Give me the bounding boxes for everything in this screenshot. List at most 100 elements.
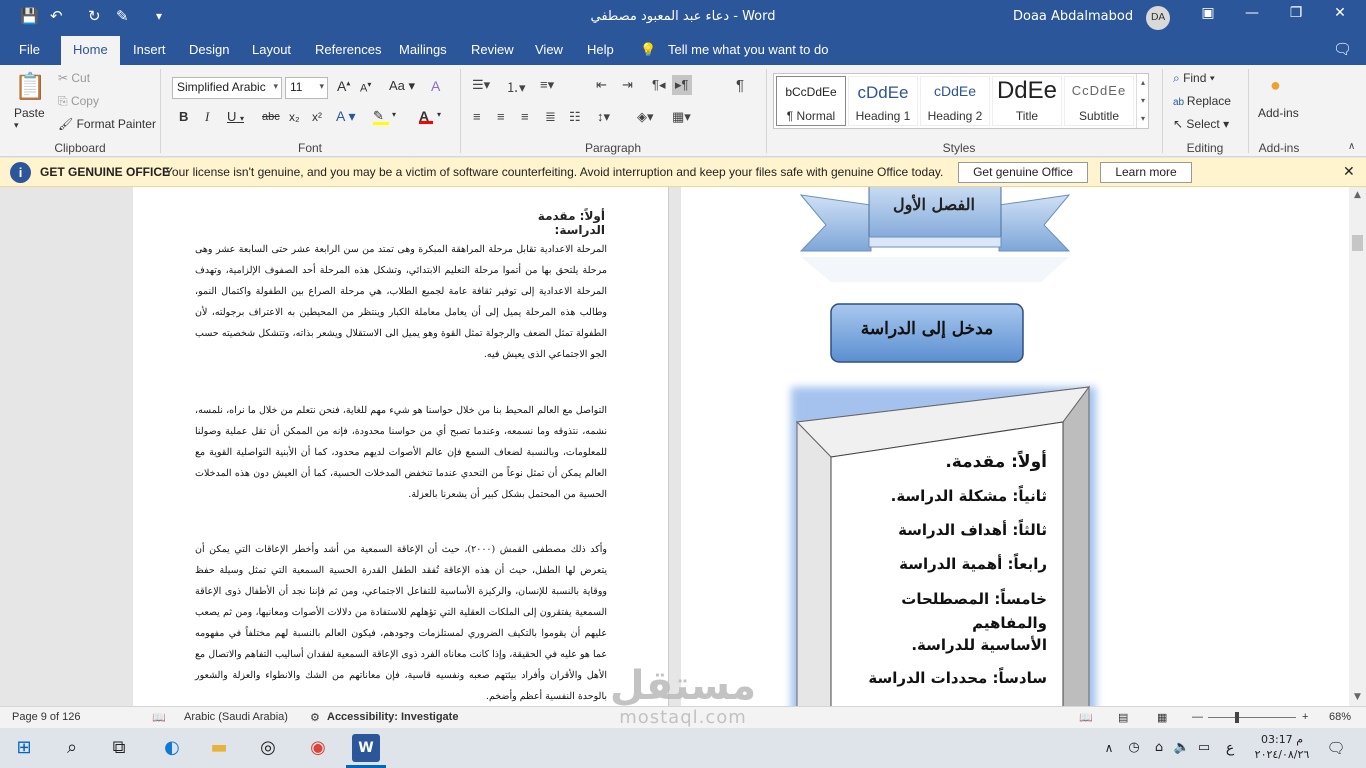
chrome-icon[interactable]: ◉ — [304, 734, 332, 762]
align-center-icon[interactable]: ≡ — [497, 109, 505, 124]
tell-me-search[interactable]: Tell me what you want to do — [668, 42, 828, 57]
cut-button[interactable]: ✂ Cut — [58, 71, 90, 85]
scroll-up-icon[interactable]: ▲ — [1349, 187, 1366, 204]
clock[interactable]: 03:17 م ٢٠٢٤/٠٨/٢٦ — [1246, 732, 1318, 762]
paste-dropdown-icon[interactable]: ▾ — [14, 120, 19, 131]
zoom-slider-thumb[interactable] — [1235, 712, 1239, 723]
tab-file[interactable]: File — [19, 42, 40, 57]
scroll-down-icon[interactable]: ▼ — [1349, 689, 1366, 706]
subscript-button[interactable]: x₂ — [289, 110, 300, 124]
text-effects-icon[interactable]: A ▾ — [336, 108, 355, 125]
tab-home[interactable]: Home — [61, 36, 120, 65]
borders-icon[interactable]: ▦▾ — [672, 109, 691, 125]
tab-help[interactable]: Help — [587, 42, 614, 57]
close-window-icon[interactable]: ✕ — [1325, 5, 1355, 21]
maximize-icon[interactable]: ❐ — [1281, 5, 1311, 21]
minimize-icon[interactable]: — — [1237, 5, 1267, 21]
style-heading-2[interactable]: cDdEe Heading 2 — [920, 76, 990, 126]
learn-more-button[interactable]: Learn more — [1100, 162, 1192, 183]
style-subtitle[interactable]: CcDdEe Subtitle — [1064, 76, 1134, 126]
zoom-in-icon[interactable]: + — [1302, 711, 1308, 723]
tab-insert[interactable]: Insert — [133, 42, 166, 57]
tab-references[interactable]: References — [315, 42, 381, 57]
line-spacing-icon[interactable]: ↕▾ — [597, 109, 610, 125]
paste-button[interactable]: Paste — [14, 106, 45, 120]
multilevel-list-icon[interactable]: ≡▾ — [540, 77, 554, 93]
tab-design[interactable]: Design — [189, 42, 229, 57]
rtl-direction-icon[interactable]: ▸¶ — [672, 75, 692, 95]
print-layout-icon[interactable]: ▤ — [1118, 711, 1128, 724]
font-size-combo[interactable]: 11 ▾ — [285, 77, 328, 99]
tray-chevron-icon[interactable]: ∧ — [1095, 734, 1123, 762]
tab-review[interactable]: Review — [471, 42, 514, 57]
vertical-scrollbar[interactable]: ▲ ▼ — [1349, 187, 1366, 706]
ribbon-display-icon[interactable]: ▣ — [1193, 5, 1223, 21]
distributed-icon[interactable]: ☷ — [569, 109, 581, 125]
document-area[interactable]: أولاً: مقدمة الدراسة: المرحلة الاعدادية … — [0, 187, 1349, 706]
replace-button[interactable]: ab Replace — [1173, 94, 1231, 108]
format-painter-button[interactable]: 🖌 Format Painter — [58, 117, 156, 131]
strikethrough-button[interactable]: abc — [262, 111, 280, 123]
font-color-dropdown-icon[interactable]: ▾ — [437, 110, 441, 119]
tab-layout[interactable]: Layout — [252, 42, 291, 57]
read-mode-icon[interactable]: 📖 — [1079, 711, 1093, 724]
select-button[interactable]: ↖ Select ▾ — [1173, 117, 1229, 131]
edge-icon[interactable]: ◐ — [158, 734, 186, 762]
font-name-combo[interactable]: Simplified Arabic ▾ — [172, 77, 282, 99]
addins-icon[interactable]: ● — [1270, 75, 1281, 96]
align-right-icon[interactable]: ≡ — [521, 109, 529, 124]
shading-icon[interactable]: ◈▾ — [637, 109, 654, 125]
show-hide-button[interactable]: ¶ — [736, 77, 744, 94]
addins-button[interactable]: Add-ins — [1258, 106, 1299, 120]
windows-start-icon[interactable]: ⊞ — [10, 734, 38, 762]
notifications-icon[interactable]: 🗨 — [1322, 734, 1350, 762]
find-button[interactable]: ⌕ Find ▾ — [1173, 71, 1215, 86]
proofing-icon[interactable]: 📖 — [152, 711, 166, 724]
italic-button[interactable]: I — [205, 109, 209, 125]
numbering-icon[interactable]: ⒈▾ — [506, 77, 526, 96]
justify-icon[interactable]: ≣ — [545, 109, 556, 125]
search-icon[interactable]: ⌕ — [58, 734, 86, 762]
change-case-button[interactable]: Aa ▾ — [389, 78, 415, 94]
highlight-dropdown-icon[interactable]: ▾ — [392, 110, 396, 119]
task-view-icon[interactable]: ⧉ — [105, 734, 133, 762]
align-left-icon[interactable]: ≡ — [473, 109, 481, 124]
grow-font-button[interactable]: A▴ — [337, 78, 350, 94]
shrink-font-button[interactable]: A▾ — [360, 80, 371, 95]
get-genuine-button[interactable]: Get genuine Office — [958, 162, 1088, 183]
bold-button[interactable]: B — [179, 109, 188, 124]
clear-formatting-icon[interactable]: A — [431, 78, 440, 94]
accessibility-status[interactable]: Accessibility: Investigate — [327, 711, 458, 723]
comments-icon[interactable]: 🗨 — [1333, 40, 1352, 58]
underline-button[interactable]: U ▾ — [227, 109, 244, 124]
battery-icon[interactable]: ▭ — [1190, 734, 1218, 762]
zoom-slider-track[interactable] — [1208, 717, 1296, 718]
highlight-icon[interactable]: ✎ — [373, 108, 389, 125]
app-icon[interactable]: ◎ — [254, 734, 282, 762]
zoom-out-icon[interactable]: — — [1192, 711, 1203, 723]
styles-scroll[interactable]: ▴ ▾ ▾ — [1136, 74, 1149, 128]
tab-mailings[interactable]: Mailings — [399, 42, 447, 57]
close-icon[interactable]: ✕ — [1343, 163, 1355, 180]
copy-button[interactable]: ⎘ Copy — [58, 94, 99, 109]
word-icon[interactable]: W — [352, 734, 380, 762]
web-layout-icon[interactable]: ▦ — [1157, 711, 1167, 724]
file-explorer-icon[interactable]: ▬ — [205, 734, 233, 762]
user-name[interactable]: Doaa Abdalmabod — [1013, 9, 1133, 24]
page-counter[interactable]: Page 9 of 126 — [12, 711, 81, 723]
collapse-ribbon-icon[interactable]: ∧ — [1348, 141, 1355, 152]
decrease-indent-icon[interactable]: ⇤ — [596, 77, 607, 93]
superscript-button[interactable]: x² — [312, 110, 322, 124]
language-status[interactable]: Arabic (Saudi Arabia) — [184, 711, 288, 723]
document-page-right[interactable]: الفصل الأول مدخل إلى الدراسة أولاً: مقدم… — [681, 187, 1349, 706]
avatar[interactable]: DA — [1146, 6, 1170, 30]
document-page-left[interactable]: أولاً: مقدمة الدراسة: المرحلة الاعدادية … — [133, 187, 669, 706]
paste-icon[interactable]: 📋 — [14, 71, 46, 102]
style-title[interactable]: DdEe Title — [992, 76, 1062, 126]
style-normal[interactable]: bCcDdEe ¶ Normal — [776, 76, 846, 126]
zoom-level[interactable]: 68% — [1329, 711, 1351, 723]
tab-view[interactable]: View — [535, 42, 563, 57]
style-heading-1[interactable]: cDdEe Heading 1 — [848, 76, 918, 126]
bullets-icon[interactable]: ☰▾ — [472, 77, 490, 93]
font-color-icon[interactable]: A — [419, 108, 433, 124]
